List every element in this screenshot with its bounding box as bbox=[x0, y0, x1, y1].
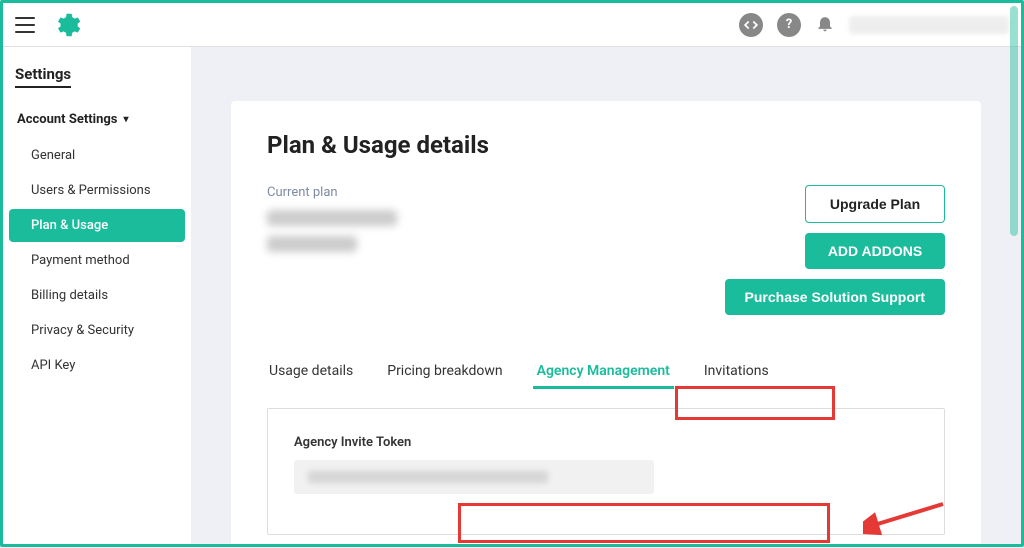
agency-panel: Agency Invite Token bbox=[267, 408, 945, 535]
layout: Settings Account Settings ▾ General User… bbox=[3, 47, 1021, 544]
main-area: Plan & Usage details Current plan Upgrad… bbox=[191, 47, 1021, 544]
sidebar-item-payment-method[interactable]: Payment method bbox=[9, 244, 185, 277]
sidebar: Settings Account Settings ▾ General User… bbox=[3, 47, 191, 544]
agency-token-label: Agency Invite Token bbox=[294, 435, 918, 450]
menu-icon[interactable] bbox=[15, 17, 35, 33]
sidebar-item-general[interactable]: General bbox=[9, 139, 185, 172]
section-label: Account Settings bbox=[17, 112, 117, 127]
current-plan-name bbox=[267, 210, 397, 226]
tab-invitations[interactable]: Invitations bbox=[702, 363, 771, 389]
account-name[interactable] bbox=[849, 16, 1009, 34]
sidebar-item-users-permissions[interactable]: Users & Permissions bbox=[9, 174, 185, 207]
agency-token-field[interactable] bbox=[294, 460, 654, 494]
plan-usage-card: Plan & Usage details Current plan Upgrad… bbox=[231, 101, 981, 544]
tab-usage-details[interactable]: Usage details bbox=[267, 363, 355, 389]
sidebar-item-privacy-security[interactable]: Privacy & Security bbox=[9, 314, 185, 347]
scrollbar[interactable] bbox=[1010, 6, 1018, 236]
topbar-right: ? bbox=[739, 13, 1009, 37]
app-logo[interactable] bbox=[51, 10, 81, 40]
plan-row: Current plan Upgrade Plan ADD ADDONS Pur… bbox=[267, 185, 945, 315]
tab-agency-management[interactable]: Agency Management bbox=[535, 363, 672, 389]
agency-token-value bbox=[308, 471, 548, 483]
sidebar-item-billing-details[interactable]: Billing details bbox=[9, 279, 185, 312]
upgrade-plan-button[interactable]: Upgrade Plan bbox=[805, 185, 945, 223]
code-icon[interactable] bbox=[739, 13, 763, 37]
tabs: Usage details Pricing breakdown Agency M… bbox=[267, 363, 945, 390]
current-plan-price bbox=[267, 236, 357, 252]
topbar: ? bbox=[3, 3, 1021, 47]
sidebar-item-plan-usage[interactable]: Plan & Usage bbox=[9, 209, 185, 242]
current-plan-block: Current plan bbox=[267, 185, 397, 252]
help-icon[interactable]: ? bbox=[777, 13, 801, 37]
settings-heading: Settings bbox=[3, 65, 191, 92]
add-addons-button[interactable]: ADD ADDONS bbox=[805, 233, 945, 269]
account-settings-toggle[interactable]: Account Settings ▾ bbox=[3, 92, 191, 137]
current-plan-label: Current plan bbox=[267, 185, 397, 200]
page-title: Plan & Usage details bbox=[267, 131, 945, 159]
bell-icon[interactable] bbox=[815, 13, 835, 37]
tab-pricing-breakdown[interactable]: Pricing breakdown bbox=[385, 363, 504, 389]
plan-actions: Upgrade Plan ADD ADDONS Purchase Solutio… bbox=[725, 185, 945, 315]
sidebar-item-api-key[interactable]: API Key bbox=[9, 349, 185, 382]
chevron-down-icon: ▾ bbox=[123, 114, 128, 125]
purchase-support-button[interactable]: Purchase Solution Support bbox=[725, 279, 945, 315]
